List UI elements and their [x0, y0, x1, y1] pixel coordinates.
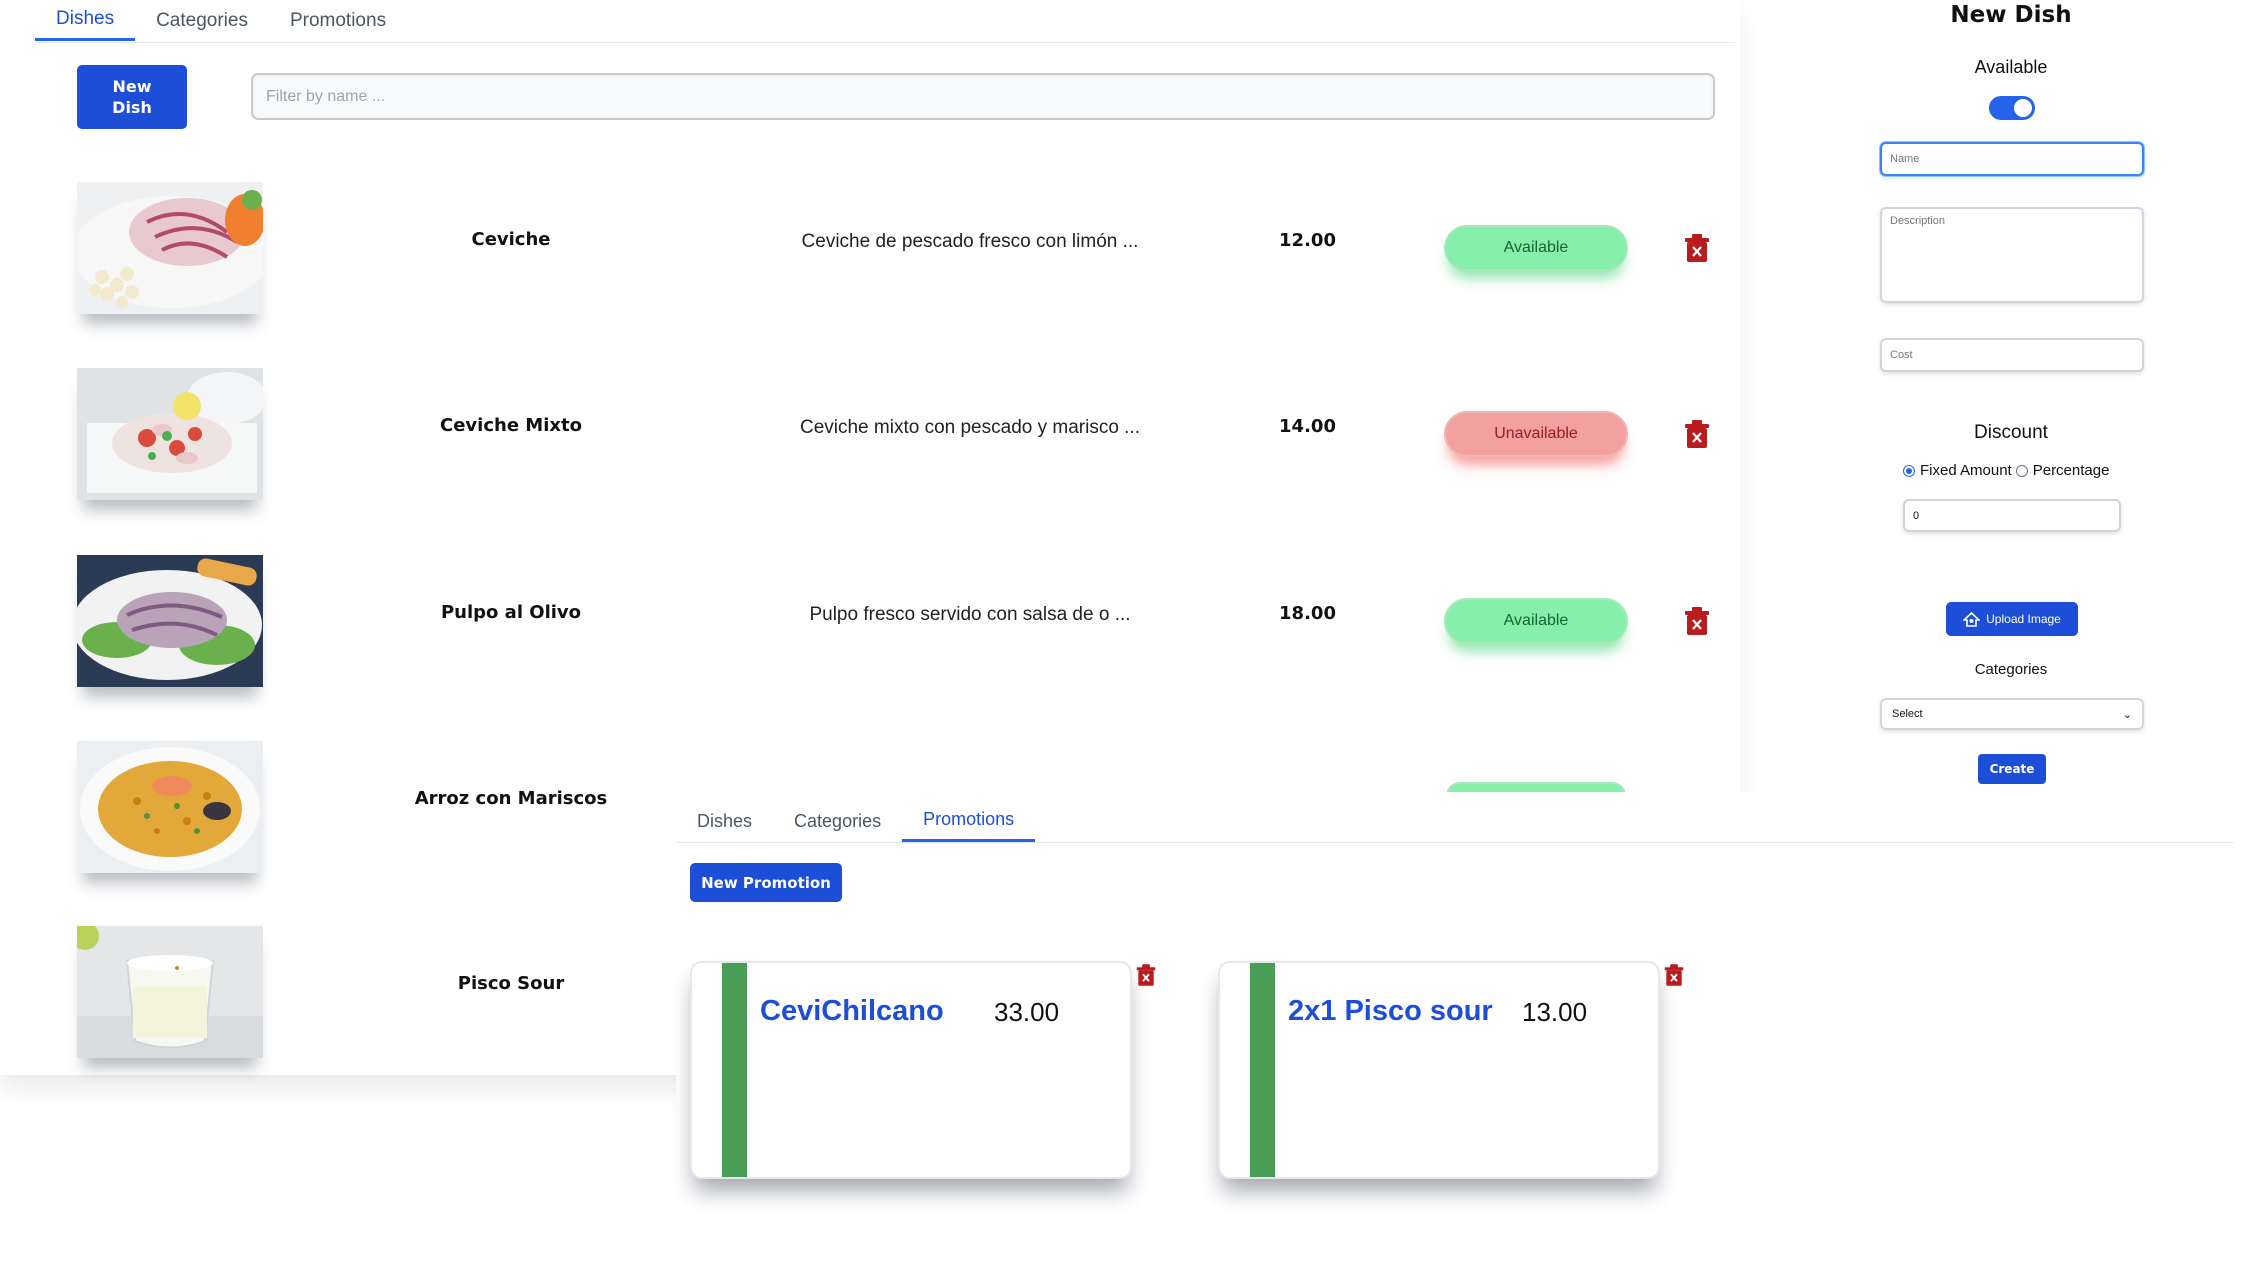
tab-promotions[interactable]: Promotions: [269, 0, 407, 41]
chevron-down-icon: ⌄: [2122, 708, 2132, 721]
promotion-accent-bar: [1250, 963, 1275, 1177]
name-field[interactable]: [1880, 142, 2144, 176]
tab-promotions[interactable]: Promotions: [902, 800, 1036, 842]
availability-toggle-button[interactable]: Available: [1444, 598, 1628, 644]
trash-icon[interactable]: [1664, 964, 1684, 986]
description-field[interactable]: [1880, 207, 2144, 303]
dish-price: 12.00: [1279, 230, 1336, 251]
create-button[interactable]: Create: [1978, 754, 2046, 784]
dish-description: Pulpo fresco servido con salsa de o ...: [809, 604, 1131, 625]
promotion-name: CeviChilcano: [760, 995, 944, 1027]
filter-input[interactable]: [251, 73, 1715, 120]
dish-description: Ceviche mixto con pescado y marisco ...: [799, 417, 1141, 438]
discount-label: Discount: [1974, 422, 2048, 443]
new-dish-button[interactable]: New Dish: [77, 65, 187, 129]
tab-dishes[interactable]: Dishes: [35, 0, 136, 41]
dish-image: [77, 741, 263, 873]
cost-field[interactable]: [1880, 338, 2144, 372]
dish-row: Ceviche Mixto Ceviche mixto con pescado …: [0, 368, 1740, 508]
promotion-card[interactable]: 2x1 Pisco sour 13.00: [1218, 961, 1660, 1179]
trash-icon[interactable]: [1684, 420, 1710, 448]
fixed-amount-radio[interactable]: [1903, 464, 1915, 477]
available-toggle[interactable]: [1989, 96, 2035, 120]
ceviche-photo: [77, 182, 263, 314]
promotion-accent-bar: [722, 963, 747, 1177]
tab-divider: [35, 42, 1735, 43]
toggle-knob: [2014, 99, 2032, 117]
promotion-name: 2x1 Pisco sour: [1288, 995, 1493, 1027]
upload-image-label: Upload Image: [1986, 612, 2061, 626]
trash-icon[interactable]: [1684, 234, 1710, 262]
dish-image: [77, 555, 263, 687]
tab-divider: [676, 842, 2234, 843]
pisco-sour-photo: [77, 926, 263, 1058]
promotion-card[interactable]: CeviChilcano 33.00: [690, 961, 1132, 1179]
percentage-label: Percentage: [2032, 462, 2110, 479]
dish-name: Ceviche Mixto: [440, 415, 582, 436]
dish-name: Ceviche: [471, 229, 551, 250]
dish-row: Ceviche Ceviche de pescado fresco con li…: [0, 182, 1740, 322]
dish-name: Pisco Sour: [457, 973, 565, 994]
availability-toggle-button[interactable]: Available: [1444, 225, 1628, 271]
tab-categories[interactable]: Categories: [135, 0, 269, 41]
availability-toggle-button[interactable]: Unavailable: [1444, 411, 1628, 457]
available-label: Available: [1974, 57, 2048, 77]
discount-type-group: Fixed Amount Percentage: [1903, 462, 2109, 479]
dish-image: [77, 368, 263, 500]
dishes-tab-bar: Dishes Categories Promotions: [35, 0, 407, 41]
dish-price: 14.00: [1279, 416, 1336, 437]
fixed-amount-label: Fixed Amount: [1920, 462, 2012, 479]
new-promotion-button[interactable]: New Promotion: [690, 863, 842, 902]
dish-price: 18.00: [1279, 603, 1336, 624]
categories-label: Categories: [1974, 661, 2048, 678]
trash-icon[interactable]: [1684, 607, 1710, 635]
categories-select-value: Select: [1892, 708, 1923, 720]
trash-icon[interactable]: [1136, 964, 1156, 986]
tab-dishes[interactable]: Dishes: [676, 800, 773, 842]
dish-row: Pulpo al Olivo Pulpo fresco servido con …: [0, 555, 1740, 695]
dish-image: [77, 182, 263, 314]
promotions-panel: Dishes Categories Promotions New Promoti…: [676, 792, 2254, 1262]
dish-name: Pulpo al Olivo: [440, 602, 582, 623]
dish-description: Ceviche de pescado fresco con limón ...: [801, 231, 1139, 252]
form-title: New Dish: [1950, 2, 2072, 28]
upload-image-button[interactable]: Upload Image: [1946, 602, 2078, 636]
percentage-radio[interactable]: [2015, 464, 2028, 477]
dish-image: [77, 926, 263, 1058]
promotion-price: 13.00: [1522, 997, 1588, 1027]
promotion-price: 33.00: [994, 997, 1060, 1027]
ceviche-mixto-photo: [77, 368, 263, 500]
upload-icon: [1963, 611, 1981, 627]
discount-value-field[interactable]: [1903, 499, 2121, 532]
dish-name: Arroz con Mariscos: [414, 788, 608, 809]
categories-select[interactable]: Select ⌄: [1880, 698, 2144, 730]
arroz-photo: [77, 741, 263, 873]
pulpo-photo: [77, 555, 263, 687]
promotions-tab-bar: Dishes Categories Promotions: [676, 800, 1036, 842]
new-dish-form: New Dish Available Discount Fixed Amount…: [1768, 0, 2254, 792]
tab-categories[interactable]: Categories: [773, 800, 902, 842]
